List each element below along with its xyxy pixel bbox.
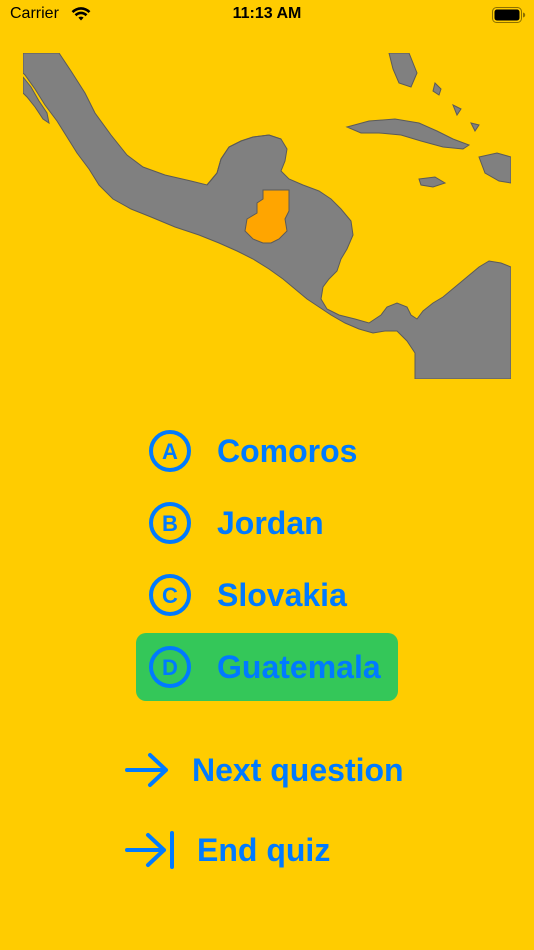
map-land-jamaica [418,176,447,188]
option-d-letter-icon: D [149,646,191,688]
next-question-button[interactable]: Next question [120,745,440,795]
map-land-florida [388,53,418,88]
next-question-label: Next question [192,752,404,788]
answer-option-b[interactable]: B Jordan [136,489,398,557]
status-bar: Carrier 11:13 AM [0,0,534,30]
option-a-letter-icon: A [149,430,191,472]
option-d-label: Guatemala [217,649,381,685]
option-b-label: Jordan [217,505,324,541]
option-c-letter-icon: C [149,574,191,616]
answer-option-a[interactable]: A Comoros [136,417,398,485]
map-land-hispaniola [478,152,511,184]
end-quiz-button[interactable]: End quiz [120,825,440,875]
map-svg [23,53,511,379]
map-land-cuba [345,118,471,150]
status-time: 11:13 AM [232,5,302,22]
arrow-right-to-line-icon [125,831,174,869]
end-quiz-label: End quiz [197,832,331,868]
answer-option-c[interactable]: C Slovakia [136,561,398,629]
option-b-letter-icon: B [149,502,191,544]
map-view [23,53,511,379]
answer-option-d-correct[interactable]: D Guatemala [136,633,398,701]
battery-full-icon [492,7,526,23]
option-c-label: Slovakia [217,577,347,613]
option-a-label: Comoros [217,433,358,469]
map-land-bahamas [432,82,480,132]
arrow-right-icon [125,753,168,787]
